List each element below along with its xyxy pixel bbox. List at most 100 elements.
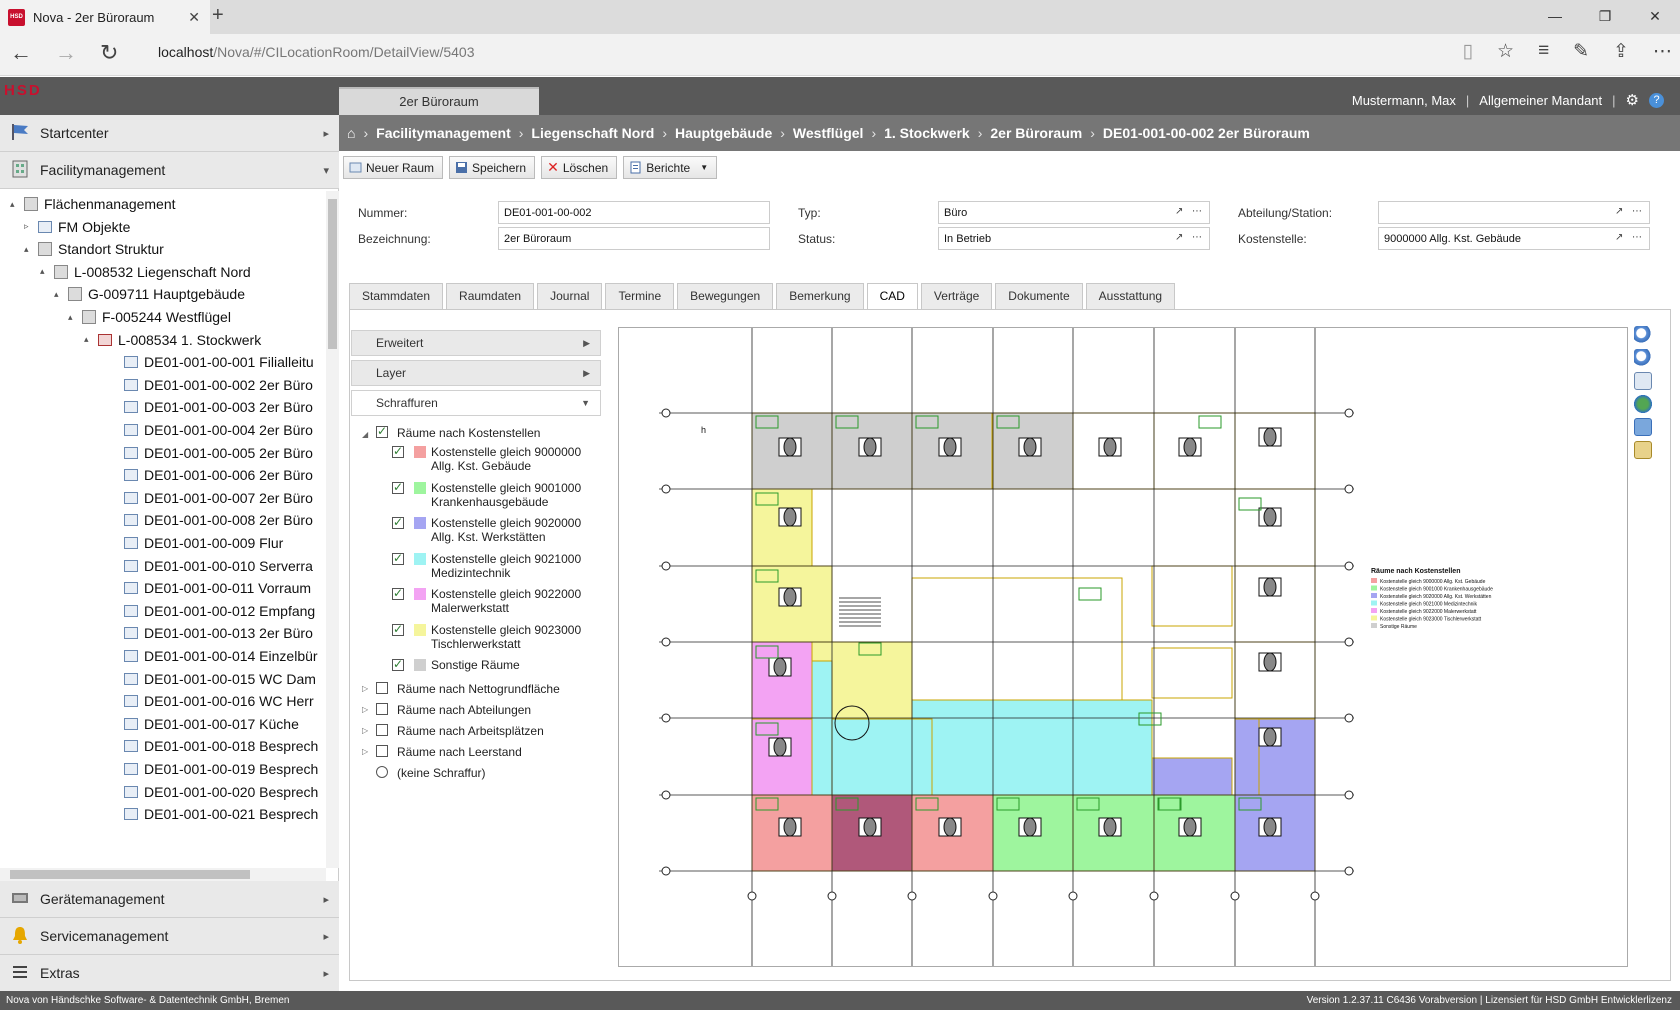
back-icon[interactable]: ←	[10, 40, 32, 66]
hatch-checkbox[interactable]	[392, 586, 404, 600]
home-icon[interactable]: ⌂	[347, 125, 355, 141]
group-checkbox[interactable]	[376, 703, 388, 715]
cad-room[interactable]	[1234, 488, 1316, 567]
floor-plan[interactable]: h Räume nach Kostenstellen Kostenstelle gl…	[619, 328, 1628, 967]
tree-vertical-scrollbar[interactable]	[326, 191, 339, 868]
tab-bemerkung[interactable]: Bemerkung	[776, 283, 864, 309]
more-icon[interactable]: ⋯	[1653, 40, 1672, 63]
tree-toggle-icon[interactable]: ▴	[24, 244, 34, 255]
abteilung-field[interactable]: ↗ ⋯	[1378, 201, 1650, 224]
tree-room-node[interactable]: DE01-001-00-002 2er Büro	[110, 375, 313, 395]
tree-room-node[interactable]: DE01-001-00-001 Filialleitu	[110, 352, 314, 372]
tree-room-node[interactable]: DE01-001-00-021 Besprech	[110, 804, 318, 824]
forward-icon[interactable]: →	[55, 40, 77, 66]
tree-node[interactable]: ▴ G-009711 Hauptgebäude	[54, 284, 245, 304]
cad-room[interactable]	[811, 660, 833, 796]
nummer-field[interactable]: DE01-001-00-002	[498, 201, 770, 224]
tab-bewegungen[interactable]: Bewegungen	[677, 283, 774, 309]
tree-node[interactable]: ▴ L-008534 1. Stockwerk	[84, 330, 261, 350]
zoom-out-icon[interactable]	[1634, 349, 1652, 367]
cad-room[interactable]	[751, 488, 813, 567]
lookup-icon[interactable]: ⋯	[1632, 206, 1643, 217]
tree-room-node[interactable]: DE01-001-00-008 2er Büro	[110, 510, 313, 530]
fit-view-icon[interactable]	[1634, 372, 1652, 390]
cad-room[interactable]	[1234, 412, 1316, 490]
sidebar-item-geraetemanagement[interactable]: Gerätemanagement ▸	[0, 881, 339, 918]
lookup-icon[interactable]: ⋯	[1192, 206, 1203, 217]
breadcrumb-item[interactable]: Liegenschaft Nord	[531, 125, 654, 141]
open-link-icon[interactable]: ↗	[1175, 206, 1184, 217]
layer-header[interactable]: Layer ▶	[351, 360, 601, 386]
tree-room-node[interactable]: DE01-001-00-016 WC Herr	[110, 691, 314, 711]
tree-node[interactable]: ▴ L-008532 Liegenschaft Nord	[40, 262, 251, 282]
group-checkbox[interactable]	[376, 745, 388, 757]
tree-room-node[interactable]: DE01-001-00-018 Besprech	[110, 736, 318, 756]
group-checkbox[interactable]	[376, 724, 388, 736]
web-note-icon[interactable]: ✎	[1573, 40, 1589, 63]
tab-vertraege[interactable]: Verträge	[920, 283, 993, 309]
tree-room-node[interactable]: DE01-001-00-015 WC Dam	[110, 669, 316, 689]
tree-room-node[interactable]: DE01-001-00-007 2er Büro	[110, 488, 313, 508]
open-link-icon[interactable]: ↗	[1175, 232, 1184, 243]
browser-tab[interactable]: HSD Nova - 2er Büroraum ✕	[0, 0, 210, 34]
erweitert-header[interactable]: Erweitert ▶	[351, 330, 601, 356]
tree-room-node[interactable]: DE01-001-00-004 2er Büro	[110, 420, 313, 440]
sidebar-item-servicemanagement[interactable]: Servicemanagement ▸	[0, 918, 339, 955]
tab-stammdaten[interactable]: Stammdaten	[349, 283, 444, 309]
cad-room[interactable]	[831, 718, 933, 796]
tree-room-node[interactable]: DE01-001-00-020 Besprech	[110, 782, 318, 802]
tree-room-node[interactable]: DE01-001-00-013 2er Büro	[110, 623, 313, 643]
tree-room-node[interactable]: DE01-001-00-012 Empfang	[110, 601, 315, 621]
cad-room[interactable]	[1151, 565, 1233, 627]
print-icon[interactable]	[1634, 441, 1652, 459]
tree-node[interactable]: ▹ FM Objekte	[24, 217, 130, 237]
gear-icon[interactable]: ⚙	[1626, 91, 1639, 109]
lookup-icon[interactable]: ⋯	[1632, 232, 1643, 243]
tree-room-node[interactable]: DE01-001-00-006 2er Büro	[110, 465, 313, 485]
save-button[interactable]: Speichern	[449, 156, 536, 179]
tenant-name[interactable]: Allgemeiner Mandant	[1479, 93, 1602, 108]
tree-toggle-icon[interactable]: ▴	[68, 312, 78, 323]
tree-room-node[interactable]: DE01-001-00-014 Einzelbür	[110, 646, 318, 666]
tab-termine[interactable]: Termine	[605, 283, 675, 309]
group-checkbox[interactable]	[376, 682, 388, 694]
open-link-icon[interactable]: ↗	[1615, 206, 1624, 217]
hatch-checkbox[interactable]	[392, 551, 404, 565]
reading-view-icon[interactable]: ▯	[1463, 40, 1473, 63]
tree-horizontal-scrollbar[interactable]	[0, 868, 326, 881]
tree-toggle-icon[interactable]: ▴	[10, 199, 20, 210]
sidebar-item-startcenter[interactable]: Startcenter ▸	[0, 115, 339, 152]
tree-room-node[interactable]: DE01-001-00-019 Besprech	[110, 759, 318, 779]
reload-icon[interactable]: ↻	[100, 40, 118, 66]
new-tab-icon[interactable]: +	[212, 4, 224, 27]
close-window-icon[interactable]: ✕	[1630, 0, 1680, 34]
bezeichnung-field[interactable]: 2er Büroraum	[498, 227, 770, 250]
cad-room[interactable]	[911, 577, 1123, 701]
close-tab-icon[interactable]: ✕	[188, 9, 200, 26]
cad-room[interactable]	[1234, 565, 1316, 643]
favorite-star-icon[interactable]: ☆	[1497, 40, 1514, 63]
help-icon[interactable]: ?	[1649, 92, 1664, 108]
new-room-button[interactable]: Neuer Raum	[343, 156, 444, 179]
minimize-icon[interactable]: —	[1530, 0, 1580, 34]
open-link-icon[interactable]: ↗	[1615, 232, 1624, 243]
share-icon[interactable]: ⇪	[1613, 40, 1629, 63]
cad-room[interactable]	[751, 718, 813, 796]
group-checkbox[interactable]	[376, 424, 388, 438]
cad-room[interactable]	[1151, 647, 1233, 699]
breadcrumb-item[interactable]: Facilitymanagement	[376, 125, 511, 141]
hub-icon[interactable]: ≡	[1538, 40, 1549, 63]
open-record-tab[interactable]: 2er Büroraum	[339, 87, 539, 115]
no-hatch-radio[interactable]	[376, 766, 388, 778]
kostenstelle-field[interactable]: 9000000 Allg. Kst. Gebäude ↗ ⋯	[1378, 227, 1650, 250]
breadcrumb-item[interactable]: DE01-001-00-002 2er Büroraum	[1103, 125, 1310, 141]
delete-button[interactable]: ✕ Löschen	[541, 156, 618, 179]
hatch-checkbox[interactable]	[392, 657, 404, 671]
breadcrumb-item[interactable]: Hauptgebäude	[675, 125, 772, 141]
tab-journal[interactable]: Journal	[537, 283, 603, 309]
tree-room-node[interactable]: DE01-001-00-003 2er Büro	[110, 397, 313, 417]
maximize-icon[interactable]: ❐	[1580, 0, 1630, 34]
schraffuren-header[interactable]: Schraffuren ▼	[351, 390, 601, 416]
hatch-checkbox[interactable]	[392, 622, 404, 636]
status-field[interactable]: In Betrieb ↗ ⋯	[938, 227, 1210, 250]
